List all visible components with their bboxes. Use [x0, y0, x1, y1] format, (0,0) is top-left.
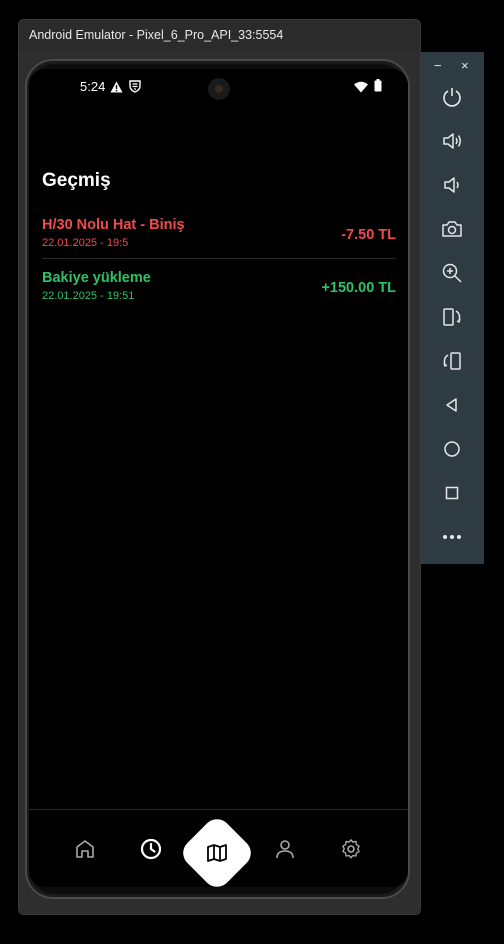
transaction-row[interactable]: H/30 Nolu Hat - Biniş 22.01.2025 - 19:5 … — [42, 217, 396, 249]
emulator-window: Android Emulator - Pixel_6_Pro_API_33:55… — [18, 19, 421, 915]
status-time: 5:24 — [80, 79, 106, 94]
window-title: Android Emulator - Pixel_6_Pro_API_33:55… — [29, 28, 284, 42]
bottom-nav-divider — [29, 809, 408, 810]
shield-icon — [129, 80, 141, 98]
rotate-right-button[interactable] — [440, 351, 464, 375]
nav-history-button[interactable] — [133, 833, 169, 869]
nav-profile-button[interactable] — [267, 833, 303, 869]
minimize-button[interactable]: − — [434, 58, 442, 73]
emulator-toolbar: − × — [421, 52, 484, 564]
overview-button[interactable] — [440, 483, 464, 507]
more-button[interactable] — [440, 527, 464, 551]
home-icon — [74, 838, 96, 865]
person-icon — [274, 838, 296, 865]
wifi-icon — [354, 80, 368, 98]
screenshot-button[interactable] — [440, 219, 464, 243]
volume-down-button[interactable] — [440, 175, 464, 199]
rotate-right-icon — [441, 350, 463, 377]
back-icon — [441, 394, 463, 421]
more-icon — [441, 526, 463, 553]
camera-icon — [441, 218, 463, 245]
settings-icon — [340, 838, 362, 865]
transaction-amount: -7.50 TL — [341, 227, 396, 243]
volume-down-icon — [441, 174, 463, 201]
status-bar: 5:24 — [29, 69, 408, 105]
transaction-row[interactable]: Bakiye yükleme 22.01.2025 - 19:51 +150.0… — [42, 270, 396, 302]
transaction-amount: +150.00 TL — [321, 280, 396, 296]
home-button[interactable] — [440, 439, 464, 463]
rotate-left-button[interactable] — [440, 307, 464, 331]
front-camera — [208, 78, 230, 100]
battery-icon — [374, 79, 382, 97]
nav-home-button[interactable] — [67, 833, 103, 869]
clock-icon — [139, 837, 163, 866]
divider — [42, 258, 396, 259]
zoom-button[interactable] — [440, 263, 464, 287]
map-icon — [203, 839, 231, 867]
volume-up-button[interactable] — [440, 131, 464, 155]
page-title: Geçmiş — [42, 170, 111, 191]
home-circle-icon — [441, 438, 463, 465]
emulator-body: 5:24 Geçmiş H/30 Nolu Hat - Biniş 22.01.… — [19, 51, 420, 914]
close-button[interactable]: × — [461, 58, 469, 73]
nav-settings-button[interactable] — [333, 833, 369, 869]
zoom-icon — [441, 262, 463, 289]
power-icon — [441, 86, 463, 113]
rotate-left-icon — [441, 306, 463, 333]
phone-screen[interactable]: 5:24 Geçmiş H/30 Nolu Hat - Biniş 22.01.… — [29, 69, 408, 887]
volume-up-icon — [441, 130, 463, 157]
power-button[interactable] — [440, 87, 464, 111]
overview-icon — [441, 482, 463, 509]
back-button[interactable] — [440, 395, 464, 419]
warning-icon — [110, 80, 123, 98]
